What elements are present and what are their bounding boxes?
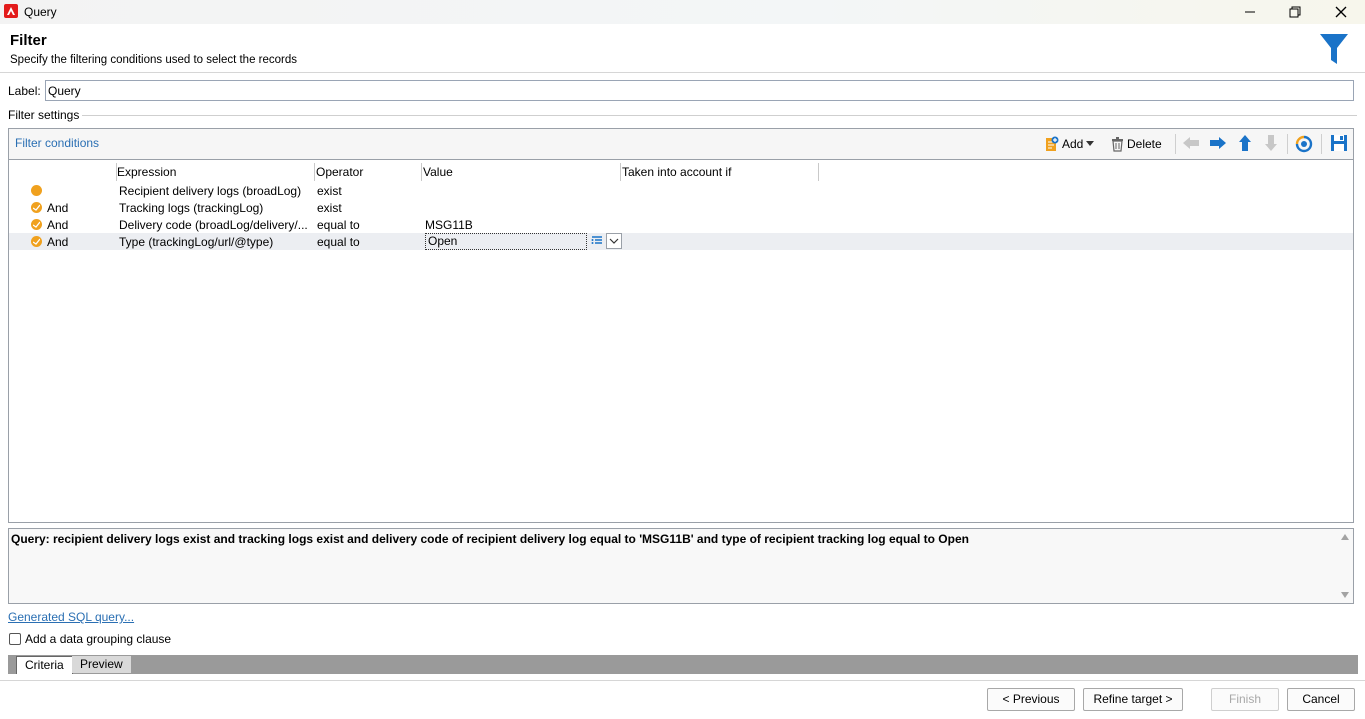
row-operator: equal to [317, 235, 360, 249]
column-divider [620, 163, 621, 181]
column-header-taken-into-account[interactable]: Taken into account if [622, 165, 731, 179]
delete-button[interactable]: Delete [1111, 133, 1162, 155]
grid-header: Expression Operator Value Taken into acc… [9, 161, 1353, 181]
row-operator: exist [317, 184, 342, 198]
filter-settings-divider [82, 115, 1357, 116]
row-expression: Delivery code (broadLog/delivery/... [119, 218, 308, 232]
label-row: Label: [0, 80, 1365, 102]
toolbar-separator [1321, 134, 1322, 154]
row-expression: Tracking logs (trackingLog) [119, 201, 264, 215]
app-logo-icon [4, 4, 18, 18]
filter-conditions-title: Filter conditions [15, 136, 100, 150]
filter-conditions-panel: Filter conditions Add Delete Expression … [8, 128, 1354, 523]
title-bar: Query [0, 0, 1365, 24]
footer-divider [0, 680, 1365, 681]
row-logic: And [47, 201, 69, 215]
row-operator: equal to [317, 218, 360, 232]
generated-sql-link[interactable]: Generated SQL query... [8, 610, 134, 624]
add-condition-icon [1046, 136, 1059, 151]
window-title: Query [24, 5, 57, 19]
trash-icon [1112, 136, 1123, 152]
bottom-tab-bar: Criteria Preview [8, 655, 1358, 674]
maximize-button[interactable] [1273, 0, 1317, 24]
column-header-value[interactable]: Value [423, 165, 453, 179]
column-divider [818, 163, 819, 181]
page-title: Filter [10, 32, 47, 49]
wizard-header: Filter Specify the filtering conditions … [0, 24, 1365, 73]
row-logic: And [47, 218, 69, 232]
summary-scrollbar[interactable] [1337, 529, 1353, 603]
add-button[interactable]: Add [1045, 133, 1095, 155]
arrow-down-icon[interactable] [1264, 135, 1278, 151]
page-subtitle: Specify the filtering conditions used to… [10, 54, 298, 66]
cancel-button[interactable]: Cancel [1287, 688, 1355, 711]
arrow-right-icon[interactable] [1210, 136, 1226, 150]
and-condition-icon [31, 236, 42, 247]
row-operator: exist [317, 201, 342, 215]
chevron-down-icon [1086, 141, 1095, 146]
data-grouping-checkbox[interactable] [9, 633, 21, 645]
column-divider [314, 163, 315, 181]
row-expression: Type (trackingLog/url/@type) [119, 235, 274, 249]
row-logic: And [47, 235, 69, 249]
data-grouping-label: Add a data grouping clause [25, 632, 172, 646]
list-values-icon[interactable] [591, 235, 603, 247]
tab-preview[interactable]: Preview [72, 656, 131, 673]
table-row[interactable]: Recipient delivery logs (broadLog) exist [9, 182, 1353, 199]
filter-funnel-icon [1320, 34, 1348, 64]
label-input[interactable] [45, 80, 1354, 101]
and-condition-icon [31, 202, 42, 213]
toolbar-separator [1175, 134, 1176, 154]
arrow-left-icon[interactable] [1183, 136, 1199, 150]
previous-button[interactable]: < Previous [987, 688, 1075, 711]
table-row-selected[interactable]: And Type (trackingLog/url/@type) equal t… [9, 233, 1353, 250]
and-condition-icon [31, 219, 42, 230]
toolbar-separator [1287, 134, 1288, 154]
save-icon[interactable] [1330, 134, 1348, 152]
data-grouping-option[interactable]: Add a data grouping clause [9, 632, 171, 646]
row-value: MSG11B [425, 218, 473, 232]
table-row[interactable]: And Tracking logs (trackingLog) exist [9, 199, 1353, 216]
minimize-button[interactable] [1228, 0, 1272, 24]
filter-settings-title: Filter settings [8, 108, 80, 122]
refresh-icon[interactable] [1295, 135, 1313, 153]
chevron-down-icon [609, 238, 619, 244]
column-divider [421, 163, 422, 181]
delete-button-label: Delete [1127, 137, 1162, 151]
refine-target-button[interactable]: Refine target > [1083, 688, 1183, 711]
label-caption: Label: [8, 84, 41, 98]
table-row[interactable]: And Delivery code (broadLog/delivery/...… [9, 216, 1353, 233]
arrow-up-icon[interactable] [1238, 135, 1252, 151]
scroll-down-icon[interactable] [1340, 591, 1350, 599]
condition-root-icon [31, 185, 42, 196]
value-edit-field[interactable]: Open [425, 233, 587, 250]
row-expression: Recipient delivery logs (broadLog) [119, 184, 302, 198]
query-summary-text: Query: recipient delivery logs exist and… [11, 532, 969, 546]
close-button[interactable] [1319, 0, 1363, 24]
column-header-operator[interactable]: Operator [316, 165, 363, 179]
add-button-label: Add [1062, 137, 1084, 151]
tab-criteria[interactable]: Criteria [16, 656, 73, 674]
filter-toolbar: Filter conditions Add Delete [9, 129, 1353, 160]
finish-button[interactable]: Finish [1211, 688, 1279, 711]
column-header-expression[interactable]: Expression [117, 165, 176, 179]
query-summary-box: Query: recipient delivery logs exist and… [8, 528, 1354, 604]
value-dropdown-button[interactable] [606, 233, 622, 249]
scroll-up-icon[interactable] [1340, 533, 1350, 541]
